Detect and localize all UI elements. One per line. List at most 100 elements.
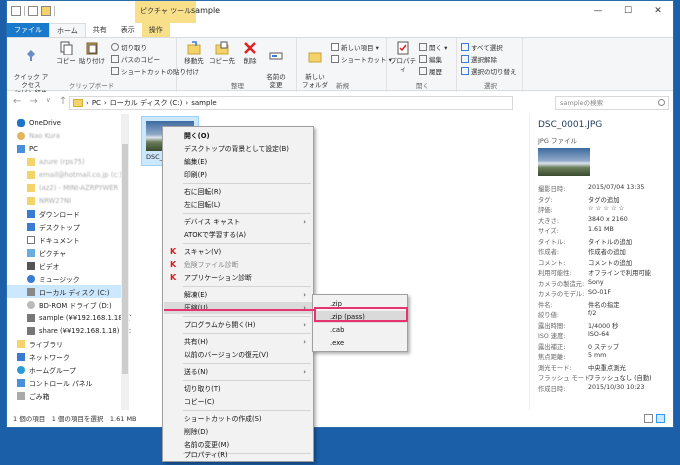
close-button[interactable]: ✕	[643, 1, 673, 21]
menu-item-create-shortcut[interactable]: ショートカットの作成(S)	[164, 413, 312, 425]
open-button[interactable]: 開く ▾	[419, 42, 447, 52]
details-property-value[interactable]: タイトルの追加	[588, 237, 632, 246]
nav-sample-share[interactable]: sample (¥¥192.168.1.18) (Y:)	[7, 311, 138, 324]
copy-path-button[interactable]: パスのコピー	[111, 54, 160, 64]
nav-network[interactable]: ネットワーク	[7, 350, 127, 363]
nav-music[interactable]: ミュージック	[7, 272, 127, 285]
menu-item-set-background[interactable]: デスクトップの背景として設定(B)	[164, 143, 312, 155]
shortcut-button[interactable]: ショートカット ▾	[331, 54, 392, 64]
nav-share[interactable]: share (¥¥192.168.1.18) (Z:)	[7, 324, 134, 337]
menu-item-device-cast[interactable]: デバイス キャスト ›	[164, 216, 312, 228]
nav-onedrive[interactable]: OneDrive	[7, 116, 127, 129]
submenu-item-cab[interactable]: .cab	[314, 324, 406, 336]
details-property-value[interactable]: 0 ステップ	[588, 342, 619, 351]
menu-item-rotate-left[interactable]: 左に回転(L)	[164, 199, 312, 211]
paste-button[interactable]: 貼り付け	[79, 41, 105, 65]
select-all-button[interactable]: すべて選択	[461, 42, 503, 52]
properties-qat-icon[interactable]	[28, 6, 38, 16]
menu-item-compress[interactable]: 圧縮(U) ›	[164, 302, 312, 314]
menu-item-atok[interactable]: ATOKで学習する(A)	[164, 229, 312, 241]
details-property-value[interactable]: オフラインで利用可能	[588, 268, 651, 277]
edit-button[interactable]: 編集	[419, 54, 442, 64]
large-icons-view-icon[interactable]	[656, 414, 665, 423]
tab-home[interactable]: ホーム	[49, 23, 86, 37]
nav-control-panel[interactable]: コントロール パネル	[7, 376, 127, 389]
details-property-value[interactable]: f/2	[588, 310, 596, 319]
menu-item-extract[interactable]: 解凍(E) ›	[164, 289, 312, 301]
maximize-button[interactable]: ☐	[613, 1, 643, 21]
menu-item-open[interactable]: 開く(O)	[164, 130, 312, 142]
minimize-button[interactable]: —	[583, 1, 613, 21]
details-property-value[interactable]: 2015/07/04 13:35	[588, 184, 644, 193]
scrollbar-thumb[interactable]	[122, 144, 128, 374]
copy-to-button[interactable]: コピー先	[209, 41, 235, 65]
nav-local-disk[interactable]: ローカル ディスク (C:)	[7, 285, 127, 298]
nav-bd-rom[interactable]: BD-ROM ドライブ (D:)	[7, 298, 127, 311]
delete-button[interactable]: 削除	[237, 41, 263, 65]
menu-item-share[interactable]: 共有(H) ›	[164, 336, 312, 348]
menu-item-app-diagnosis[interactable]: K アプリケーション診断	[164, 272, 312, 284]
back-arrow-icon[interactable]: ←	[13, 96, 21, 107]
details-property-value[interactable]: 作成者の追加	[588, 247, 626, 256]
details-property-value[interactable]: ISO-64	[588, 331, 609, 340]
nav-account-1[interactable]: azure (rps75)	[7, 155, 127, 168]
move-to-button[interactable]: 移動先	[181, 41, 207, 65]
details-property-value[interactable]: フラッシュなし (自動)	[588, 373, 652, 382]
tab-view[interactable]: 表示	[114, 23, 142, 37]
details-property-value[interactable]: タグの追加	[588, 195, 619, 204]
nav-scrollbar[interactable]	[121, 114, 129, 410]
menu-item-restore-versions[interactable]: 以前のバージョンの復元(V)	[164, 349, 312, 361]
new-item-button[interactable]: 新しい項目 ▾	[331, 42, 379, 52]
details-view-icon[interactable]	[644, 414, 653, 423]
details-property-value[interactable]: 1.61 MB	[588, 226, 614, 235]
details-property-value[interactable]: 件名の指定	[588, 300, 619, 309]
details-property-value[interactable]: 3840 x 2160	[588, 216, 628, 225]
breadcrumb-pc[interactable]: PC	[92, 99, 101, 107]
nav-downloads[interactable]: ダウンロード	[7, 207, 127, 220]
nav-pc[interactable]: PC	[7, 142, 127, 155]
nav-account-3[interactable]: (az2) - MINI-AZRPYWER	[7, 181, 127, 194]
tab-file[interactable]: ファイル	[7, 23, 49, 37]
menu-item-open-with[interactable]: プログラムから開く(H) ›	[164, 319, 312, 331]
properties-button[interactable]: プロパティ	[389, 41, 417, 73]
copy-button[interactable]: コピー	[53, 41, 79, 65]
cut-button[interactable]: 切り取り	[111, 42, 147, 52]
menu-item-cut[interactable]: 切り取り(T)	[164, 383, 312, 395]
details-property-value[interactable]: SO-01F	[588, 289, 611, 298]
invert-selection-button[interactable]: 選択の切り替え	[461, 66, 517, 76]
submenu-item-exe[interactable]: .exe	[314, 337, 406, 349]
breadcrumb-sample[interactable]: sample	[191, 99, 216, 107]
menu-item-delete[interactable]: 削除(D)	[164, 426, 312, 438]
details-property-value[interactable]: 5 mm	[588, 352, 606, 361]
select-none-button[interactable]: 選択解除	[461, 54, 497, 64]
nav-pictures[interactable]: ピクチャ	[7, 246, 127, 259]
details-property-value[interactable]: コメントの追加	[588, 258, 632, 267]
search-input[interactable]: sampleの検索	[555, 96, 669, 110]
details-property-value[interactable]: 2015/10/30 10:23	[588, 384, 644, 393]
up-arrow-icon[interactable]: ↑	[59, 96, 67, 107]
tab-manage[interactable]: 操作	[141, 23, 170, 37]
menu-item-rotate-right[interactable]: 右に回転(R)	[164, 186, 312, 198]
details-property-value[interactable]: 1/4000 秒	[588, 321, 618, 330]
details-property-value[interactable]: ☆ ☆ ☆ ☆ ☆	[588, 205, 624, 214]
nav-documents[interactable]: ドキュメント	[7, 233, 127, 246]
address-bar[interactable]: › PC › ローカル ディスク (C:) › sample	[69, 96, 513, 110]
recent-chevron-icon[interactable]: ∨	[46, 96, 51, 107]
menu-item-scan[interactable]: K スキャン(V)	[164, 246, 312, 258]
nav-account-4[interactable]: NRW27NI	[7, 194, 127, 207]
nav-account-2[interactable]: email@hotmail.co.jp (c:)	[7, 168, 127, 181]
details-property-value[interactable]: Sony	[588, 279, 604, 288]
breadcrumb-local-disk[interactable]: ローカル ディスク (C:)	[110, 98, 183, 108]
nav-user[interactable]: Nao Kura	[7, 129, 127, 142]
nav-recycle-bin[interactable]: ごみ箱	[7, 389, 127, 402]
details-property-value[interactable]: 中央重点測光	[588, 363, 626, 372]
menu-item-edit[interactable]: 編集(E)	[164, 156, 312, 168]
menu-item-properties[interactable]: プロパティ(R)	[164, 449, 312, 461]
menu-item-risk-diagnosis[interactable]: K 危険ファイル診断	[164, 259, 312, 271]
nav-desktop[interactable]: デスクトップ	[7, 220, 127, 233]
nav-libraries[interactable]: ライブラリ	[7, 337, 127, 350]
history-button[interactable]: 履歴	[419, 66, 442, 76]
new-folder-qat-icon[interactable]	[41, 6, 51, 16]
forward-arrow-icon[interactable]: →	[29, 96, 37, 107]
menu-item-send-to[interactable]: 送る(N) ›	[164, 366, 312, 378]
